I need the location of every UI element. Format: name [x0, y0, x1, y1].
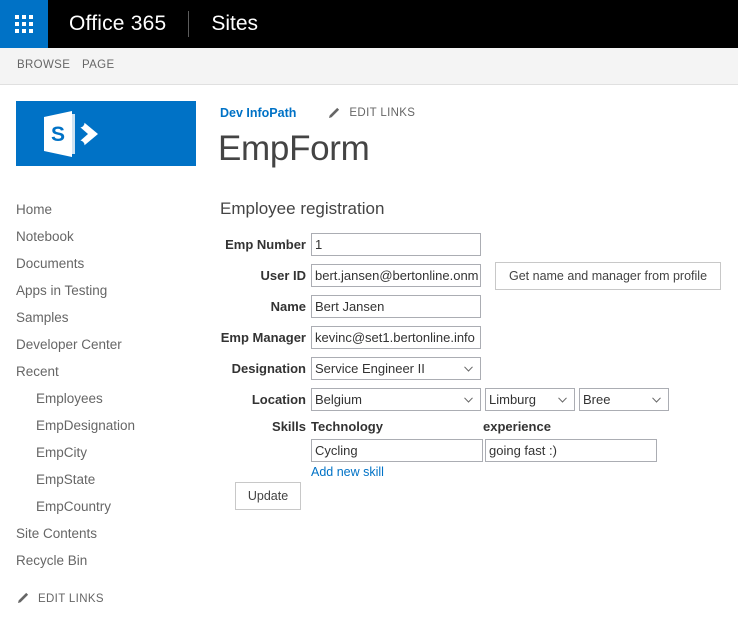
designation-select[interactable]: Service Engineer II: [311, 357, 481, 380]
ribbon-bar: BROWSE PAGE: [0, 48, 738, 85]
sidebar-item-samples[interactable]: Samples: [0, 304, 200, 331]
sidebar-item-recycle-bin[interactable]: Recycle Bin: [0, 547, 200, 574]
designation-label: Designation: [231, 361, 306, 376]
waffle-grid: [15, 15, 33, 33]
skill-experience-input[interactable]: [485, 439, 657, 462]
top-edit-links[interactable]: EDIT LINKS: [327, 107, 415, 120]
sidebar-item-home[interactable]: Home: [0, 196, 200, 223]
employee-registration-form: Emp Number User ID Get name and manager …: [220, 232, 730, 510]
sidebar-item-documents[interactable]: Documents: [0, 250, 200, 277]
skills-header-row: Technology experience: [311, 418, 657, 436]
skills-col-experience: experience: [483, 419, 551, 434]
sidebar-item-empcountry[interactable]: EmpCountry: [0, 493, 200, 520]
skills-table: Technology experience Add new skill: [311, 418, 657, 481]
name-label: Name: [270, 299, 306, 314]
form-row-user-id: User ID Get name and manager from profil…: [220, 261, 730, 290]
chevron-down-icon: [558, 396, 567, 403]
location-state-select[interactable]: Limburg: [485, 388, 575, 411]
breadcrumb: Dev InfoPath EDIT LINKS: [220, 106, 415, 120]
skill-technology-input[interactable]: [311, 439, 483, 462]
suite-bar: Office 365 Sites: [0, 0, 738, 48]
location-label: Location: [251, 392, 306, 407]
breadcrumb-site-link[interactable]: Dev InfoPath: [220, 106, 296, 120]
sidebar-nav: Home Notebook Documents Apps in Testing …: [0, 196, 200, 574]
form-row-name: Name: [220, 294, 730, 319]
sidebar-item-site-contents[interactable]: Site Contents: [0, 520, 200, 547]
emp-number-label: Emp Number: [225, 237, 306, 252]
sidebar-item-developer-center[interactable]: Developer Center: [0, 331, 200, 358]
svg-text:S: S: [51, 123, 65, 146]
get-name-and-manager-button[interactable]: Get name and manager from profile: [495, 261, 722, 290]
skills-row: [311, 439, 657, 462]
location-country-select[interactable]: Belgium: [311, 388, 481, 411]
sharepoint-logo-icon: S: [44, 111, 98, 157]
form-row-emp-manager: Emp Manager: [220, 325, 730, 350]
form-row-location: Location Belgium Limburg Bree: [220, 387, 730, 412]
site-logo-tile[interactable]: S: [16, 101, 196, 166]
form-row-emp-number: Emp Number: [220, 232, 730, 257]
tab-browse[interactable]: BROWSE: [17, 59, 70, 71]
skills-label: Skills: [272, 419, 306, 434]
pencil-icon: [329, 107, 340, 118]
location-city-select[interactable]: Bree: [579, 388, 669, 411]
tab-page[interactable]: PAGE: [82, 59, 115, 71]
location-state-value: Limburg: [489, 392, 536, 407]
sidebar-item-notebook[interactable]: Notebook: [0, 223, 200, 250]
form-row-skills: Skills Technology experience Add new ski…: [220, 418, 730, 481]
emp-number-input[interactable]: [311, 233, 481, 256]
emp-manager-label: Emp Manager: [220, 330, 306, 345]
chevron-down-icon: [464, 365, 473, 372]
chevron-down-icon: [464, 396, 473, 403]
sidebar-edit-links[interactable]: EDIT LINKS: [16, 592, 104, 605]
name-input[interactable]: [311, 295, 481, 318]
page-title: EmpForm: [218, 129, 370, 168]
location-city-value: Bree: [583, 392, 611, 407]
suite-app-sites[interactable]: Sites: [189, 0, 258, 48]
sidebar-item-apps-in-testing[interactable]: Apps in Testing: [0, 277, 200, 304]
sidebar-item-recent[interactable]: Recent: [0, 358, 200, 385]
add-new-skill-link[interactable]: Add new skill: [311, 465, 384, 479]
pencil-icon: [18, 592, 29, 603]
chevron-down-icon: [652, 396, 661, 403]
sidebar-item-empstate[interactable]: EmpState: [0, 466, 200, 493]
sidebar-edit-links-label: EDIT LINKS: [38, 592, 104, 605]
sidebar-item-empcity[interactable]: EmpCity: [0, 439, 200, 466]
emp-manager-input[interactable]: [311, 326, 481, 349]
user-id-input[interactable]: [311, 264, 481, 287]
office365-brand[interactable]: Office 365: [48, 0, 188, 48]
designation-selected-value: Service Engineer II: [315, 361, 425, 376]
location-country-value: Belgium: [315, 392, 362, 407]
skills-col-technology: Technology: [311, 419, 383, 434]
sidebar-item-employees[interactable]: Employees: [0, 385, 200, 412]
top-edit-links-label: EDIT LINKS: [349, 107, 416, 119]
update-button[interactable]: Update: [235, 482, 301, 510]
sidebar-item-empdesignation[interactable]: EmpDesignation: [0, 412, 200, 439]
section-title: Employee registration: [220, 199, 385, 218]
form-row-designation: Designation Service Engineer II: [220, 356, 730, 381]
app-launcher-waffle-icon[interactable]: [0, 0, 48, 48]
user-id-label: User ID: [260, 268, 306, 283]
